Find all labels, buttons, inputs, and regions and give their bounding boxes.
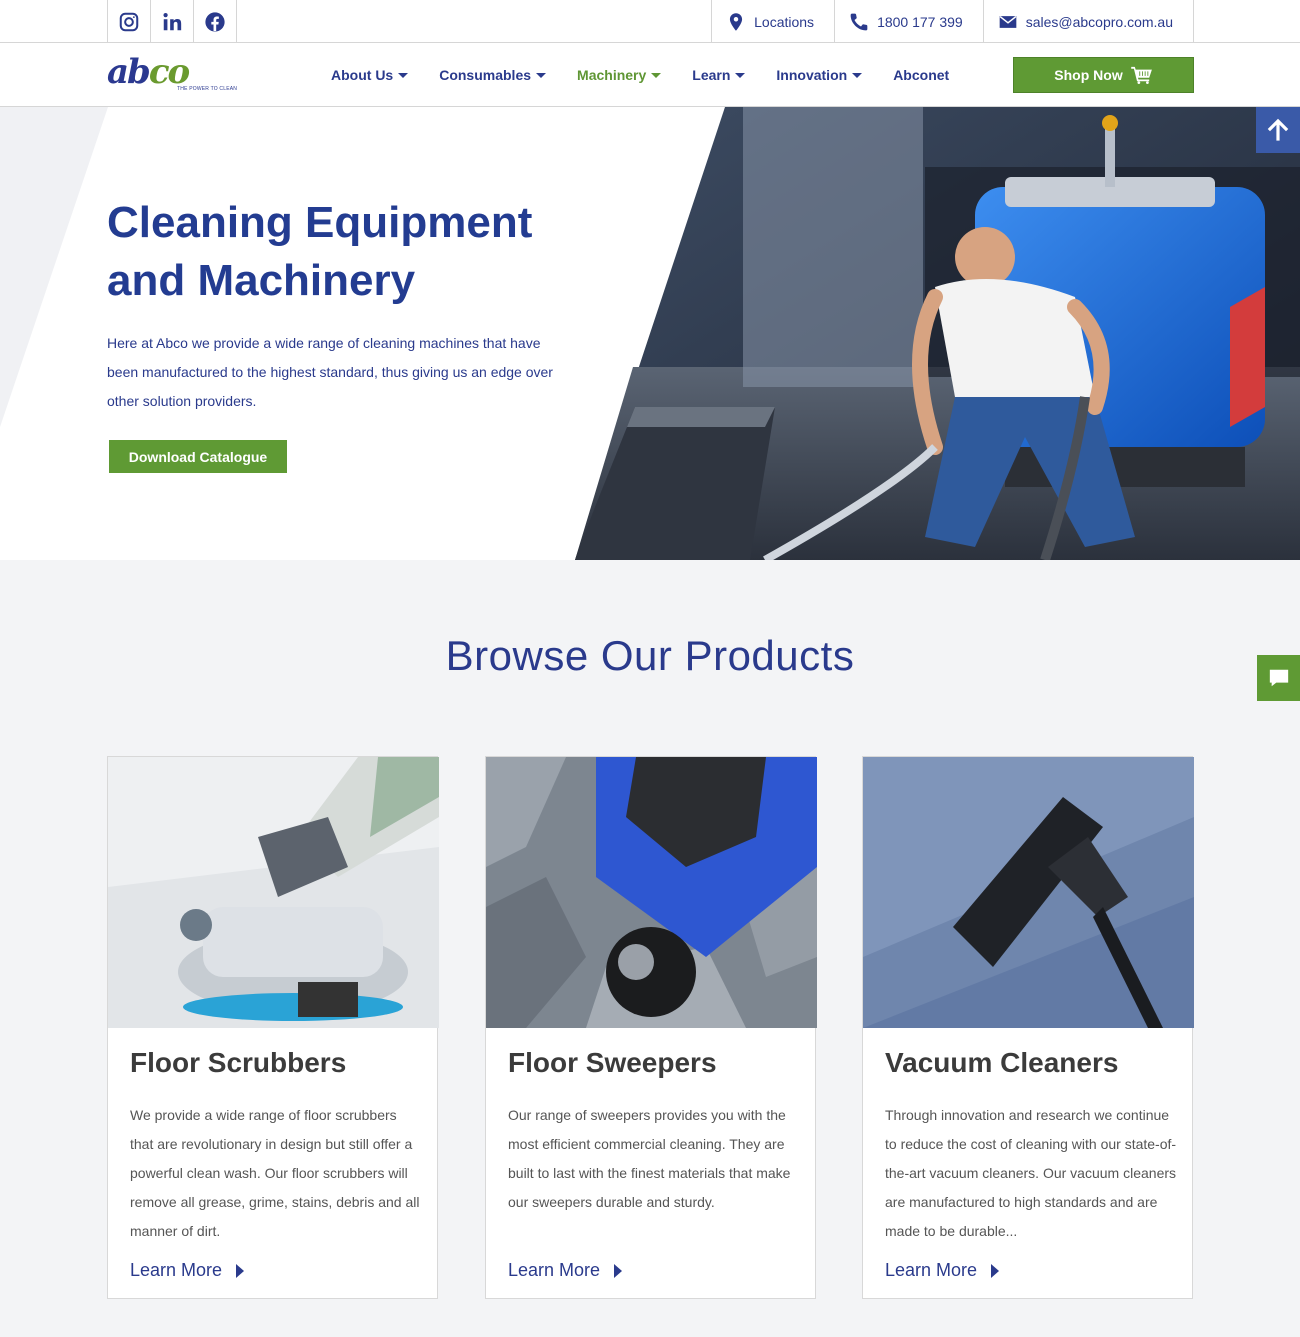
- caret-down-icon: [852, 72, 863, 78]
- instagram-link[interactable]: [108, 0, 151, 43]
- phone-icon: [850, 13, 868, 30]
- nav-menu: About Us Consumables Machinery Learn Inn…: [331, 43, 980, 107]
- shop-now-label: Shop Now: [1054, 67, 1123, 83]
- locations-link[interactable]: Locations: [712, 0, 836, 43]
- card-description: Our range of sweepers provides you with …: [508, 1107, 791, 1210]
- logo-wordmark: abco: [107, 55, 190, 89]
- floor-sweeper-image: [486, 757, 817, 1028]
- vacuum-cleaner-image: [863, 757, 1194, 1028]
- caret-right-icon: [614, 1263, 623, 1278]
- card-title: Floor Scrubbers: [130, 1047, 347, 1078]
- nav-item-consumables[interactable]: Consumables: [439, 67, 547, 83]
- card-description: Through innovation and research we conti…: [885, 1107, 1177, 1239]
- browse-products-heading: Browse Our Products: [445, 632, 855, 679]
- caret-down-icon: [398, 72, 409, 78]
- hero-title: Cleaning Equipment and Machinery: [107, 194, 567, 310]
- nav-item-label: Abconet: [893, 67, 950, 83]
- linkedin-link[interactable]: [151, 0, 194, 43]
- product-card-vacuum-cleaners[interactable]: Vacuum Cleaners Through innovation and r…: [862, 756, 1194, 1299]
- locations-label: Locations: [754, 13, 815, 30]
- facebook-icon: [205, 11, 225, 32]
- main-nav: abco THE POWER TO CLEAN About Us Consuma…: [0, 43, 1300, 107]
- hero-section: Cleaning Equipment and Machinery Here at…: [0, 107, 1300, 560]
- abco-logo[interactable]: abco THE POWER TO CLEAN: [107, 55, 239, 97]
- card-title: Floor Sweepers: [508, 1047, 717, 1078]
- facebook-link[interactable]: [194, 0, 237, 43]
- learn-more-label: Learn More: [885, 1260, 978, 1280]
- caret-down-icon: [735, 72, 746, 78]
- caret-down-icon: [651, 72, 662, 78]
- phone-number: 1800 177 399: [877, 13, 963, 30]
- arrow-up-icon: [1267, 118, 1289, 141]
- phone-link[interactable]: 1800 177 399: [835, 0, 984, 43]
- card-description: We provide a wide range of floor scrubbe…: [130, 1107, 420, 1239]
- card-title: Vacuum Cleaners: [885, 1047, 1119, 1078]
- hero-title-line-2: and Machinery: [107, 256, 416, 305]
- email-address: sales@abcopro.com.au: [1025, 13, 1173, 30]
- social-links: [107, 0, 237, 43]
- product-card-floor-scrubbers[interactable]: Floor Scrubbers We provide a wide range …: [107, 756, 439, 1299]
- instagram-icon: [119, 12, 139, 31]
- nav-item-label: Machinery: [577, 67, 647, 83]
- download-catalogue-button[interactable]: Download Catalogue: [109, 440, 287, 473]
- nav-item-about-us[interactable]: About Us: [331, 67, 409, 83]
- floor-scrubber-image: [108, 757, 439, 1028]
- shop-now-button[interactable]: Shop Now: [1013, 57, 1194, 93]
- learn-more-label: Learn More: [130, 1260, 223, 1280]
- contact-links: Locations 1800 177 399 sales@abcopro.com…: [711, 0, 1194, 43]
- hero-title-line-1: Cleaning Equipment: [107, 198, 533, 247]
- shopping-cart-icon: [1130, 66, 1152, 84]
- learn-more-label: Learn More: [508, 1260, 601, 1280]
- learn-more-link[interactable]: Learn More: [130, 1260, 245, 1281]
- hero-description: Here at Abco we provide a wide range of …: [107, 335, 553, 409]
- caret-down-icon: [536, 72, 547, 78]
- nav-item-label: Learn: [692, 67, 731, 83]
- nav-item-abconet[interactable]: Abconet: [893, 67, 949, 83]
- linkedin-icon: [163, 12, 182, 30]
- hero-image-cleaning-machine: [575, 107, 1300, 560]
- map-pin-icon: [730, 12, 743, 31]
- nav-item-innovation[interactable]: Innovation: [776, 67, 863, 83]
- nav-item-machinery[interactable]: Machinery: [577, 67, 662, 83]
- learn-more-link[interactable]: Learn More: [508, 1260, 623, 1281]
- email-link[interactable]: sales@abcopro.com.au: [984, 0, 1194, 43]
- logo-tagline: THE POWER TO CLEAN: [177, 86, 238, 92]
- nav-item-label: About Us: [331, 67, 394, 83]
- scroll-to-top-button[interactable]: [1256, 107, 1300, 153]
- caret-right-icon: [236, 1263, 245, 1278]
- envelope-icon: [999, 15, 1017, 28]
- product-card-floor-sweepers[interactable]: Floor Sweepers Our range of sweepers pro…: [485, 756, 817, 1299]
- learn-more-link[interactable]: Learn More: [885, 1260, 1000, 1281]
- nav-item-learn[interactable]: Learn: [692, 67, 746, 83]
- caret-right-icon: [991, 1263, 1000, 1278]
- nav-item-label: Consumables: [439, 67, 532, 83]
- top-bar: Locations 1800 177 399 sales@abcopro.com…: [0, 0, 1300, 43]
- nav-item-label: Innovation: [776, 67, 848, 83]
- hero-decor-stripe: [0, 107, 108, 427]
